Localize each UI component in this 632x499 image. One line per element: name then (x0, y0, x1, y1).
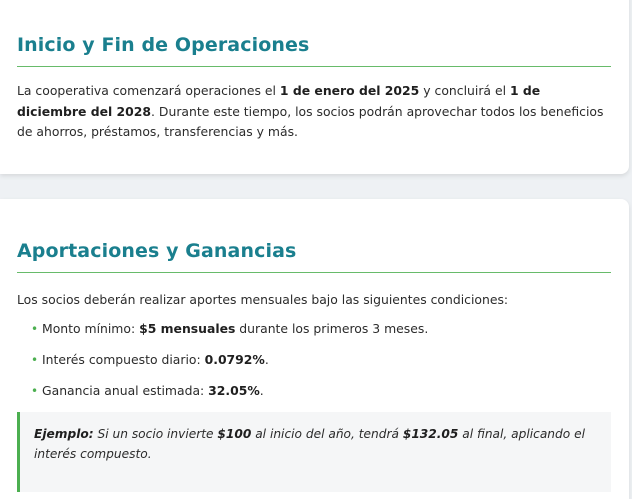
title-divider (17, 66, 611, 67)
operations-card: Inicio y Fin de Operaciones La cooperati… (0, 0, 629, 174)
list-item-annual-gain: • Ganancia anual estimada: 32.05%. (17, 381, 609, 401)
text-fragment: al inicio del año, tendrá (251, 426, 403, 441)
conditions-list: • Monto mínimo: $5 mensuales durante los … (17, 319, 609, 401)
item-suffix: durante los primeros 3 meses. (235, 320, 429, 336)
text-fragment: La cooperativa comenzará operaciones el (17, 83, 280, 98)
item-label: Interés compuesto diario: (42, 351, 205, 367)
text-fragment: y concluirá el (419, 83, 510, 98)
bullet-icon: • (31, 383, 39, 398)
list-item-interest: • Interés compuesto diario: 0.0792%. (17, 350, 609, 370)
text-fragment: Si un socio invierte (93, 426, 218, 441)
item-suffix: . (264, 351, 269, 367)
item-value: $5 mensuales (139, 320, 236, 336)
title-divider (17, 272, 611, 273)
bullet-icon: • (31, 321, 39, 336)
start-date: 1 de enero del 2025 (279, 83, 420, 98)
section-title-contributions: Aportaciones y Ganancias (17, 240, 297, 262)
example-amount-in: $100 (217, 426, 252, 441)
example-amount-out: $132.05 (402, 426, 459, 441)
example-label: Ejemplo: (34, 426, 94, 441)
item-value: 32.05% (208, 382, 260, 398)
operations-paragraph: La cooperativa comenzará operaciones el … (17, 81, 613, 143)
item-value: 0.0792% (204, 351, 265, 367)
contributions-card: Aportaciones y Ganancias Los socios debe… (0, 199, 629, 499)
bullet-icon: • (31, 352, 39, 367)
list-item-minimum: • Monto mínimo: $5 mensuales durante los … (17, 319, 609, 339)
contributions-intro: Los socios deberán realizar aportes mens… (17, 292, 509, 307)
item-label: Ganancia anual estimada: (42, 382, 209, 398)
section-title-operations: Inicio y Fin de Operaciones (17, 34, 310, 56)
item-suffix: . (259, 382, 264, 398)
item-label: Monto mínimo: (42, 320, 140, 336)
